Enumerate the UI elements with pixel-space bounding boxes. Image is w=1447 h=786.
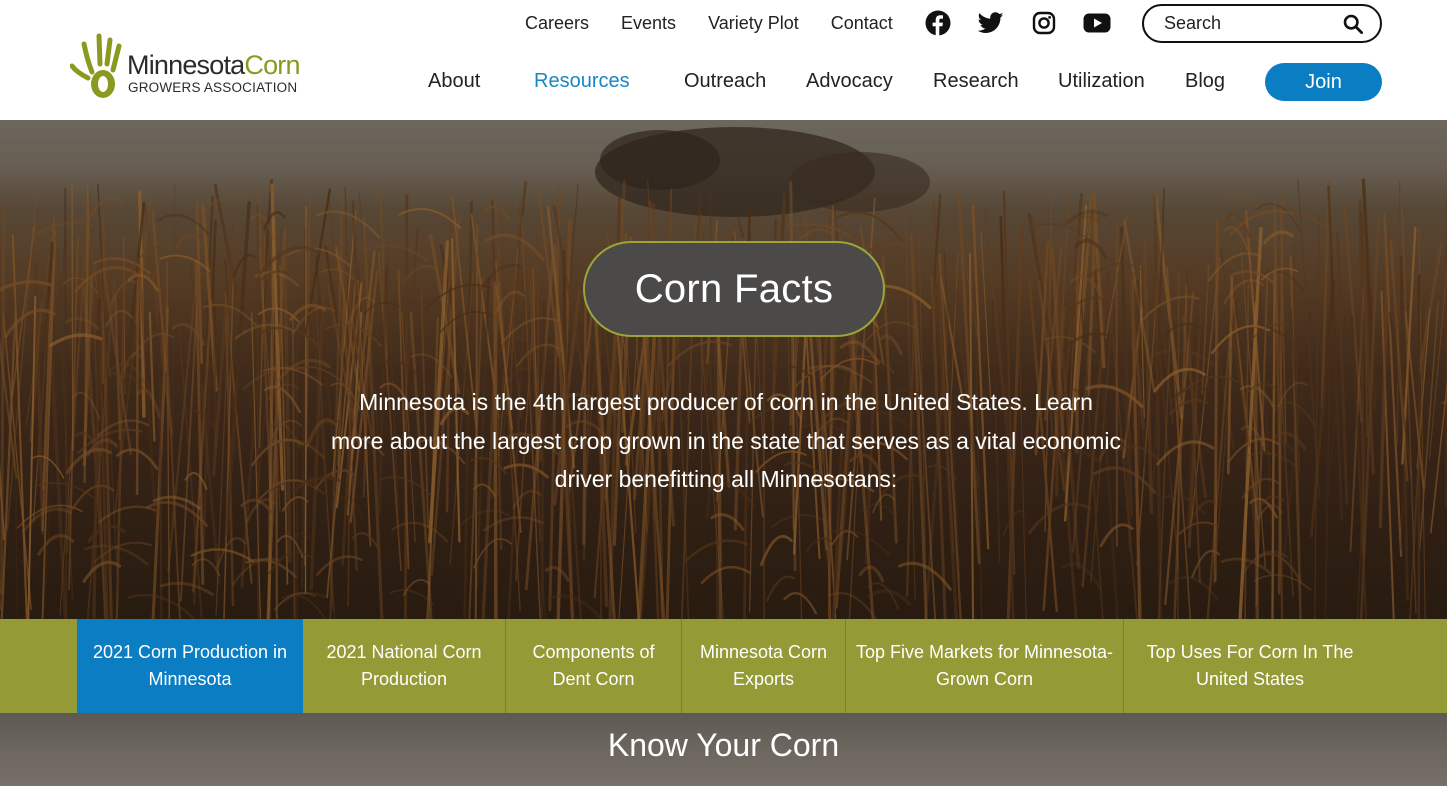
corn-facts-tabs: 2021 Corn Production in Minnesota 2021 N… [0, 619, 1447, 713]
section-heading: Know Your Corn [607, 727, 840, 763]
tab-2021-national-corn-production[interactable]: 2021 National Corn Production [303, 619, 506, 713]
nav-utilization[interactable]: Utilization [1058, 70, 1145, 93]
tab-top-five-markets[interactable]: Top Five Markets for Minnesota-Grown Cor… [846, 619, 1124, 713]
util-link-variety-plot[interactable]: Variety Plot [708, 13, 799, 34]
tab-minnesota-corn-exports[interactable]: Minnesota Corn Exports [682, 619, 846, 713]
hero-title-badge: Corn Facts [583, 241, 885, 337]
hero-banner: Corn Facts Minnesota is the 4th largest … [0, 120, 1447, 619]
main-nav: About Resources Outreach Advocacy Resear… [0, 70, 1447, 94]
site-header: MinnesotaCorn GROWERS ASSOCIATION Career… [0, 0, 1447, 120]
facebook-icon[interactable] [924, 10, 952, 36]
page-title: Corn Facts [634, 266, 834, 311]
hero-overlay [0, 120, 1447, 619]
social-links [924, 10, 1111, 36]
util-link-contact[interactable]: Contact [831, 13, 893, 34]
search-icon[interactable] [1343, 14, 1364, 35]
twitter-icon[interactable] [977, 10, 1005, 36]
instagram-icon[interactable] [1030, 10, 1058, 36]
tab-top-uses-corn[interactable]: Top Uses For Corn In The United States [1124, 619, 1376, 713]
tab-components-dent-corn[interactable]: Components of Dent Corn [506, 619, 682, 713]
hero-description: Minnesota is the 4th largest producer of… [330, 389, 1122, 492]
utility-nav: Careers Events Variety Plot Contact [525, 12, 925, 34]
nav-blog[interactable]: Blog [1185, 70, 1225, 93]
nav-advocacy[interactable]: Advocacy [806, 70, 893, 93]
join-button[interactable]: Join [1265, 63, 1382, 101]
nav-outreach[interactable]: Outreach [684, 70, 766, 93]
nav-about[interactable]: About [428, 70, 480, 93]
search-box [1142, 4, 1382, 43]
know-your-corn-section: Know Your Corn [0, 713, 1447, 786]
nav-resources[interactable]: Resources [534, 70, 630, 93]
search-input[interactable] [1164, 13, 1339, 34]
util-link-careers[interactable]: Careers [525, 13, 589, 34]
nav-research[interactable]: Research [933, 70, 1019, 93]
youtube-icon[interactable] [1083, 10, 1111, 36]
tab-2021-corn-production-minnesota[interactable]: 2021 Corn Production in Minnesota [77, 619, 303, 713]
util-link-events[interactable]: Events [621, 13, 676, 34]
